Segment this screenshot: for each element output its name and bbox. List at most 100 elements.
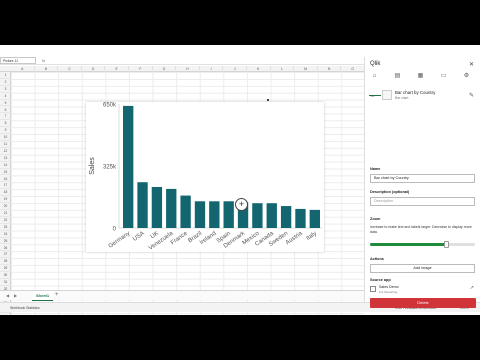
row-header[interactable]: 26 (0, 245, 11, 252)
bar (151, 186, 163, 228)
row-header[interactable]: 16 (0, 176, 11, 183)
home-icon[interactable]: ⌂ (370, 72, 379, 81)
sheet-icon[interactable]: ▤ (393, 72, 402, 81)
bar (309, 209, 320, 228)
row-header[interactable]: 20 (0, 203, 11, 210)
name-label: Name (370, 167, 381, 171)
bar (137, 182, 148, 228)
back-arrow-icon[interactable]: ← (370, 93, 376, 99)
panel-toolbar: ⌂ ▤ ▦ ▭ ⚙ (365, 71, 480, 96)
zoom-label: Zoom (370, 217, 381, 221)
row-header[interactable]: 31 (0, 279, 11, 286)
row-header[interactable]: 22 (0, 217, 11, 224)
bar-chart-picture[interactable]: 0 325k 650k Sales Germany USA UK Venezuela Franc… (86, 102, 324, 252)
source-app-name: Sales Demo (379, 285, 399, 289)
row-header[interactable]: 14 (0, 162, 11, 169)
settings-icon[interactable]: ⚙ (462, 72, 471, 81)
bar (252, 203, 263, 228)
row-header[interactable]: 27 (0, 251, 11, 259)
row-header[interactable]: 15 (0, 169, 11, 176)
app-icon (370, 286, 376, 292)
name-input[interactable]: Bar chart by Country (370, 174, 475, 183)
row-header[interactable]: 25 (0, 238, 11, 245)
row-header[interactable]: 12 (0, 148, 11, 155)
row-header[interactable]: 1 (0, 72, 11, 79)
zoom-slider-thumb[interactable] (444, 241, 450, 248)
source-app-subtitle: For Reporting (379, 290, 398, 294)
qlik-side-panel: Qlik ✕ ⌂ ▤ ▦ ▭ ⚙ ← Bar chart by Country … (364, 57, 480, 308)
row-header[interactable]: 8 (0, 120, 11, 128)
zoom-in-button[interactable]: + (235, 198, 248, 211)
close-icon[interactable]: ✕ (469, 61, 474, 68)
fx-icon: fx (42, 58, 46, 63)
description-label: Description (optional) (370, 190, 410, 194)
row-headers: 1 2 3 4 5 6 7 8 9 10 11 12 13 14 15 16 17 18 19 20 21 22 23 24 2… (0, 72, 11, 315)
x-tick-label: Italy (306, 231, 318, 242)
y-axis-label: Sales (89, 157, 96, 175)
zoom-slider[interactable] (370, 241, 475, 248)
row-header[interactable]: 30 (0, 272, 11, 279)
open-external-icon[interactable]: ↗ (470, 285, 474, 291)
sheet-tabs-bar: ◀ ▶ Sheet1 + (0, 290, 364, 301)
row-header[interactable]: 28 (0, 258, 11, 266)
source-app-label: Source app (370, 278, 391, 282)
row-header[interactable]: 18 (0, 189, 11, 197)
row-header[interactable]: 4 (0, 93, 11, 100)
table-icon[interactable]: ▦ (416, 72, 425, 81)
panel-title: Qlik (370, 61, 381, 67)
next-sheet-icon[interactable]: ▶ (14, 293, 17, 298)
row-header[interactable]: 2 (0, 79, 11, 86)
actions-label: Actions (370, 257, 384, 261)
y-tick-label: 0 (113, 227, 117, 233)
edit-icon[interactable]: ✎ (469, 92, 474, 99)
zoom-slider-fill (370, 243, 447, 246)
x-tick-label: USA (132, 231, 146, 243)
bar (194, 201, 206, 228)
delete-button[interactable]: Delete (370, 298, 476, 308)
x-tick-label: Ireland (199, 231, 217, 246)
x-tick-label: France (170, 230, 189, 246)
row-header[interactable]: 21 (0, 210, 11, 217)
bar (223, 201, 234, 228)
row-header[interactable]: 10 (0, 134, 11, 141)
excel-window: Picture 11 fx ABCDEFGHIJKLMNO 1234567891… (0, 45, 480, 315)
chart-type: Bar chart (395, 96, 409, 100)
formula-bar: Picture 11 fx (0, 57, 364, 65)
bar-chart: 0325k650kSalesGermany USA UKVenezuelaFranc… (89, 103, 322, 252)
bar-chart-icon (382, 90, 392, 100)
resize-handle[interactable] (267, 99, 269, 101)
row-header[interactable]: 5 (0, 100, 11, 107)
name-box[interactable]: Picture 11 (0, 57, 36, 64)
row-header[interactable]: 19 (0, 196, 11, 204)
bar (295, 208, 306, 228)
add-image-button[interactable]: Add image (370, 264, 475, 273)
row-header[interactable]: 36 (0, 314, 11, 316)
bar (166, 188, 177, 228)
row-header[interactable]: 13 (0, 155, 11, 162)
row-header[interactable]: 24 (0, 231, 11, 238)
y-tick-label: 650k (103, 103, 117, 109)
row-header[interactable]: 17 (0, 182, 11, 190)
bar (123, 105, 134, 228)
x-tick-label: Germany (108, 231, 132, 250)
workbook-statistics[interactable]: Workbook Statistics (10, 306, 40, 310)
row-header[interactable]: 23 (0, 224, 11, 231)
bar (180, 195, 191, 228)
row-header[interactable]: 6 (0, 107, 11, 114)
document-icon[interactable]: ▭ (439, 72, 448, 81)
sheet-tab-sheet1[interactable]: Sheet1 (32, 291, 54, 301)
x-tick-label: Austria (285, 230, 304, 246)
add-sheet-button[interactable]: + (55, 292, 59, 298)
row-header[interactable]: 11 (0, 141, 11, 148)
row-header[interactable]: 7 (0, 113, 11, 121)
description-input[interactable]: Description (370, 197, 475, 206)
bar (280, 206, 292, 228)
y-tick-label: 325k (103, 165, 117, 171)
zoom-help-text: Increase to make text and labels larger.… (370, 225, 472, 234)
bar (266, 203, 277, 228)
prev-sheet-icon[interactable]: ◀ (6, 293, 9, 298)
row-header[interactable]: 29 (0, 265, 11, 273)
row-header[interactable]: 9 (0, 127, 11, 135)
row-header[interactable]: 3 (0, 86, 11, 93)
chart-name: Bar chart by Country (395, 90, 436, 95)
